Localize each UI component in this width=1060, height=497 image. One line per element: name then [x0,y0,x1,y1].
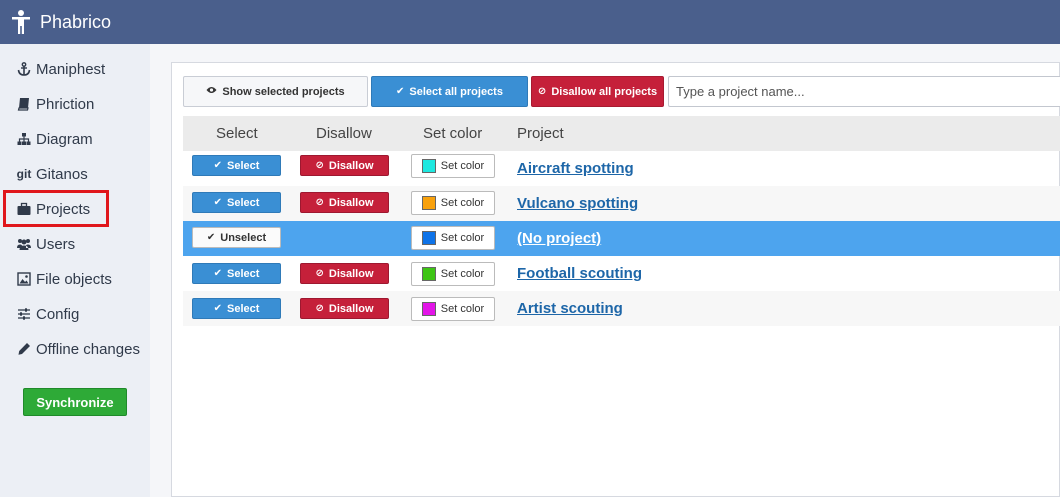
sidebar: Maniphest Phriction Diagram git Gitanos … [0,44,150,497]
top-bar: Phabrico [0,0,1060,44]
check-icon: ✔ [213,303,222,314]
button-label: Select [226,196,260,209]
button-label: Disallow [328,302,374,315]
disallow-button[interactable]: ⊘ Disallow [300,155,389,176]
color-swatch [421,302,436,316]
pencil-icon [16,341,32,357]
check-icon: ✔ [396,86,405,97]
set-color-button[interactable]: Set color [411,191,495,215]
project-link[interactable]: Football scouting [517,256,642,291]
button-label: Select [226,267,260,280]
color-swatch [421,267,436,281]
synchronize-button[interactable]: Synchronize [23,388,127,416]
annotation-highlight-box [3,190,109,227]
check-icon: ✔ [213,197,222,208]
table-row: ✔ Select ⊘ Disallow Set color Football s… [183,256,1060,291]
button-label: Set color [440,160,485,172]
button-label: Unselect [220,231,267,244]
table-row: ✔ Select ⊘ Disallow Set color Aircraft s… [183,151,1060,186]
image-icon [16,271,32,287]
sidebar-item-label: Config [36,305,80,323]
disallow-button[interactable]: ⊘ Disallow [300,192,389,213]
sidebar-item-label: File objects [36,270,112,288]
table-row: ✔ Select ⊘ Disallow Set color Artist sco… [183,291,1060,326]
app-title[interactable]: Phabrico [40,12,111,33]
main-content: Show selected projects ✔ Select all proj… [150,44,1060,497]
column-header-project: Project [517,125,564,142]
column-header-set-color: Set color [423,125,483,142]
button-label: Disallow [328,196,374,209]
ban-icon: ⊘ [315,197,324,208]
set-color-button[interactable]: Set color [411,297,495,321]
users-icon [16,236,32,252]
button-label: Show selected projects [222,85,345,98]
eye-icon [206,86,217,97]
sidebar-item-gitanos[interactable]: git Gitanos [7,159,149,189]
project-link[interactable]: Artist scouting [517,291,623,326]
ban-icon: ⊘ [315,160,324,171]
sidebar-item-label: Maniphest [36,60,106,78]
sidebar-item-phriction[interactable]: Phriction [7,89,149,119]
project-link[interactable]: Vulcano spotting [517,186,638,221]
set-color-button[interactable]: Set color [411,262,495,286]
set-color-button[interactable]: Set color [411,154,495,178]
color-swatch [421,231,436,245]
button-label: Set color [440,303,485,315]
projects-panel: Show selected projects ✔ Select all proj… [171,62,1060,497]
sidebar-item-offline-changes[interactable]: Offline changes [7,334,149,364]
table-row-selected: ✔ Unselect Set color (No project) [183,221,1060,256]
sidebar-item-label: Phriction [36,95,95,113]
ban-icon: ⊘ [315,268,324,279]
button-label: Set color [440,197,485,209]
button-label: Select [226,159,260,172]
project-search-input[interactable] [668,76,1060,107]
table-header: Select Disallow Set color Project [183,116,1060,151]
disallow-button[interactable]: ⊘ Disallow [300,298,389,319]
color-swatch [421,196,436,210]
book-icon [16,96,32,112]
check-icon: ✔ [206,232,216,243]
set-color-button[interactable]: Set color [411,226,495,250]
git-icon: git [16,167,32,181]
anchor-icon [16,61,32,77]
button-label: Set color [440,232,485,244]
table-row: ✔ Select ⊘ Disallow Set color Vulcano sp… [183,186,1060,221]
button-label: Disallow [328,159,374,172]
color-swatch [421,159,436,173]
button-label: Disallow all projects [551,85,658,98]
select-button[interactable]: ✔ Select [192,192,281,213]
sidebar-item-maniphest[interactable]: Maniphest [7,54,149,84]
ban-icon: ⊘ [537,86,547,97]
project-link[interactable]: Aircraft spotting [517,151,634,186]
disallow-button[interactable]: ⊘ Disallow [300,263,389,284]
button-label: Set color [440,268,485,280]
select-button[interactable]: ✔ Select [192,263,281,284]
disallow-all-projects-button[interactable]: ⊘ Disallow all projects [531,76,664,107]
select-button[interactable]: ✔ Select [192,298,281,319]
project-link[interactable]: (No project) [517,221,601,256]
sidebar-item-label: Offline changes [36,340,140,358]
select-button[interactable]: ✔ Select [192,155,281,176]
sidebar-item-diagram[interactable]: Diagram [7,124,149,154]
sidebar-item-users[interactable]: Users [7,229,149,259]
column-header-disallow: Disallow [316,125,372,142]
column-header-select: Select [216,125,258,142]
app-logo-icon[interactable] [11,9,31,35]
check-icon: ✔ [213,160,222,171]
sidebar-item-label: Users [36,235,76,253]
sliders-icon [16,306,32,322]
button-label: Select [226,302,260,315]
sidebar-item-label: Diagram [36,130,93,148]
ban-icon: ⊘ [315,303,324,314]
button-label: Disallow [328,267,374,280]
sidebar-item-file-objects[interactable]: File objects [7,264,149,294]
select-all-projects-button[interactable]: ✔ Select all projects [371,76,528,107]
sitemap-icon [16,131,32,147]
sidebar-item-label: Gitanos [36,165,88,183]
button-label: Select all projects [409,85,503,98]
show-selected-projects-button[interactable]: Show selected projects [183,76,368,107]
sidebar-item-config[interactable]: Config [7,299,149,329]
unselect-button[interactable]: ✔ Unselect [192,227,281,248]
check-icon: ✔ [213,268,222,279]
